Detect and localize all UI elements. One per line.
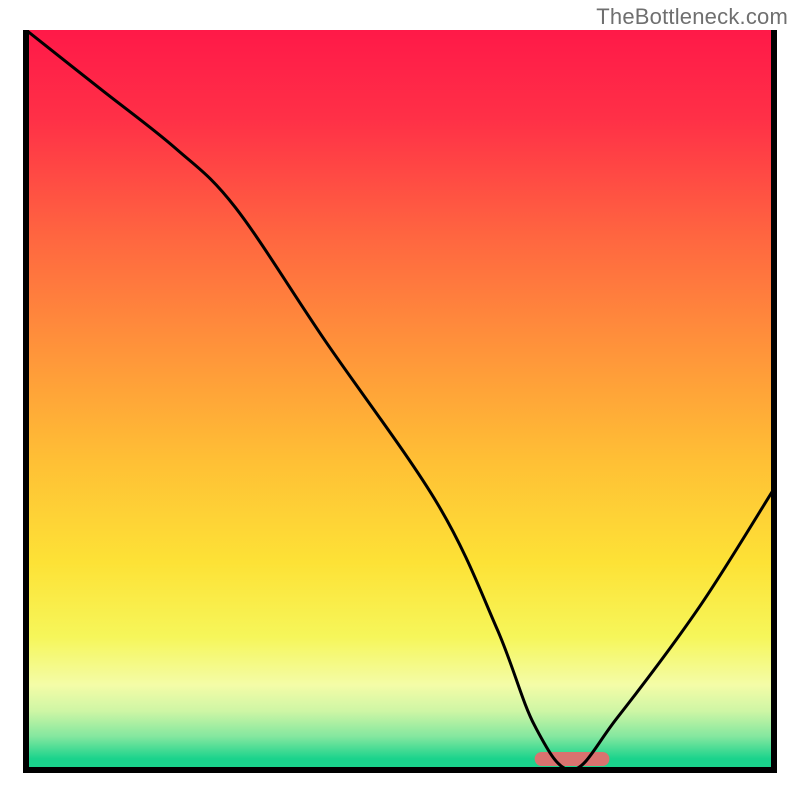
chart-container: TheBottleneck.com [0,0,800,800]
watermark-label: TheBottleneck.com [596,4,788,30]
bottleneck-chart [0,0,800,800]
optimal-range-pill [535,752,610,766]
